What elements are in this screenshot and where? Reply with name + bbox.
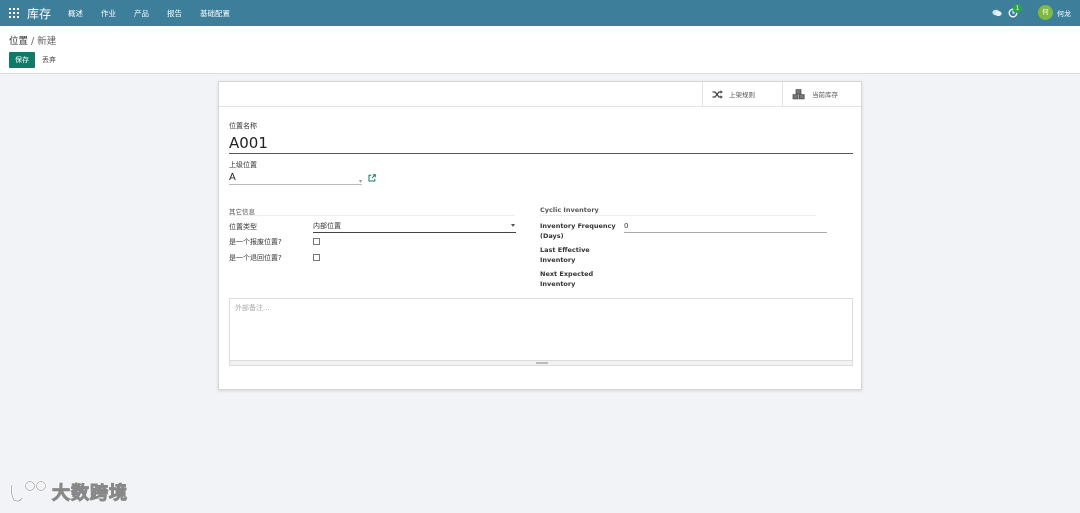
user-name[interactable]: 何龙 (1057, 9, 1071, 19)
parent-location-label: 上级位置 (229, 161, 257, 169)
parent-location-input[interactable]: A ▾ (229, 172, 362, 185)
watermark-logo-icon (10, 480, 47, 503)
breadcrumb-separator: / (28, 36, 38, 47)
systray: 1 何 何龙 (960, 0, 1080, 26)
menu-item-reporting[interactable]: 报告 (167, 8, 182, 19)
notes-resize-handle[interactable] (229, 360, 853, 366)
scrap-location-checkbox[interactable] (313, 238, 320, 245)
next-expected-label-line2: Inventory (540, 280, 576, 288)
putaway-rules-label: 上架规则 (729, 91, 755, 99)
last-effective-inventory-label: Last Effective Inventory (540, 245, 590, 265)
current-stock-button[interactable]: 当前库存 (782, 82, 862, 106)
smart-button-box: 上架规则 当前库存 (219, 82, 861, 107)
top-navbar: 库存 概述 作业 产品 报告 基础配置 1 何 何龙 (0, 0, 1080, 26)
menu-item-operations[interactable]: 作业 (101, 8, 116, 19)
menu-item-configuration[interactable]: 基础配置 (200, 8, 230, 19)
current-stock-label: 当前库存 (812, 91, 838, 99)
inventory-frequency-label-line1: Inventory Frequency (540, 222, 616, 230)
cubes-icon (792, 88, 805, 99)
next-expected-inventory-label: Next Expected Inventory (540, 269, 593, 289)
inventory-frequency-input[interactable]: 0 (624, 221, 827, 233)
caret-down-icon (511, 224, 515, 227)
return-location-checkbox[interactable] (313, 254, 320, 261)
inventory-frequency-label: Inventory Frequency (Days) (540, 221, 616, 241)
cyclic-inventory-divider (540, 215, 816, 216)
watermark-logo: 大数跨境 (8, 479, 128, 505)
save-button[interactable]: 保存 (9, 52, 35, 68)
control-panel: 位置 / 新建 保存 丢弃 (0, 26, 1080, 74)
putaway-rules-button[interactable]: 上架规则 (702, 82, 782, 106)
activity-count-badge: 1 (1013, 4, 1022, 13)
chevron-down-icon[interactable]: ▾ (359, 176, 362, 188)
next-expected-label-line1: Next Expected (540, 270, 594, 278)
location-name-label: 位置名称 (229, 122, 257, 130)
last-effective-label-line2: Inventory (540, 256, 576, 264)
apps-menu-icon[interactable] (9, 8, 19, 18)
location-name-input[interactable]: A001 (229, 133, 853, 154)
location-type-value: 内部位置 (313, 222, 341, 230)
discard-button[interactable]: 丢弃 (42, 55, 56, 65)
menu-item-products[interactable]: 产品 (134, 8, 149, 19)
location-type-label: 位置类型 (229, 223, 257, 231)
chat-icon[interactable] (992, 9, 1002, 17)
app-brand[interactable]: 库存 (27, 5, 51, 22)
external-notes-textarea[interactable]: 外部备注... (229, 298, 853, 366)
location-type-select[interactable]: 内部位置 (313, 221, 516, 233)
return-location-label: 是一个退回位置? (229, 254, 282, 262)
cyclic-inventory-heading: Cyclic Inventory (540, 206, 599, 214)
scrap-location-label: 是一个报废位置? (229, 238, 282, 246)
menu-item-overview[interactable]: 概述 (68, 8, 83, 19)
watermark-text: 大数跨境 (52, 483, 128, 505)
last-effective-label-line1: Last Effective (540, 246, 590, 254)
parent-location-value: A (229, 172, 236, 183)
other-info-divider (229, 215, 515, 216)
avatar[interactable]: 何 (1038, 5, 1053, 20)
breadcrumb: 位置 / 新建 (9, 33, 56, 47)
form-sheet: 上架规则 当前库存 位置名称 A001 上级位置 A ▾ 其它信息 位置类型 内… (218, 81, 862, 390)
external-link-icon[interactable] (368, 174, 376, 182)
shuffle-icon (712, 89, 723, 99)
inventory-frequency-label-line2: (Days) (540, 232, 564, 240)
breadcrumb-parent[interactable]: 位置 (9, 36, 28, 47)
main-menu: 概述 作业 产品 报告 基础配置 (68, 8, 248, 19)
breadcrumb-current: 新建 (37, 36, 57, 47)
